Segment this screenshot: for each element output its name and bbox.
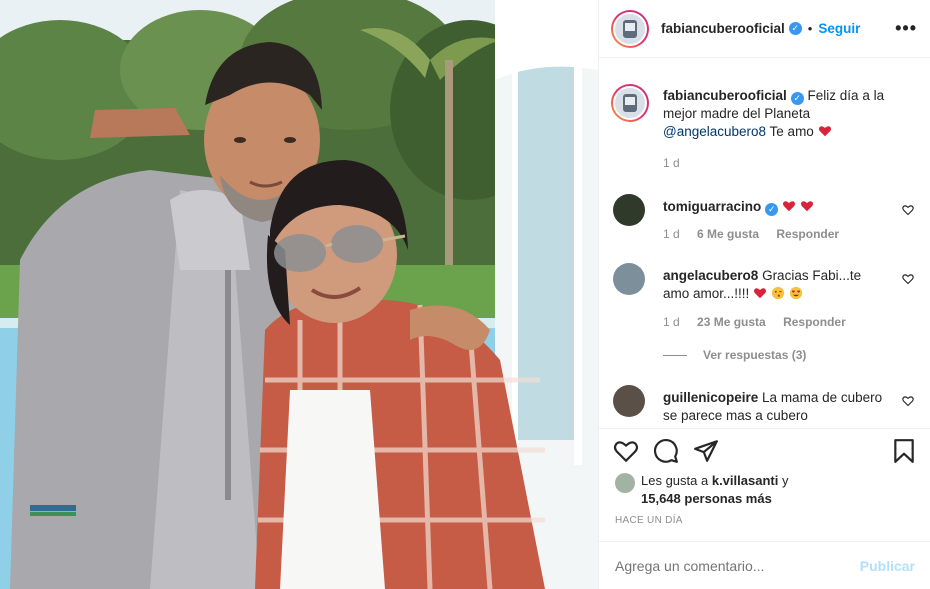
comment-likes[interactable]: 6 Me gusta bbox=[697, 227, 759, 241]
comment-text: angelacubero8 Gracias Fabi...te amo amor… bbox=[663, 267, 883, 303]
like-heart-icon[interactable] bbox=[613, 438, 639, 464]
reply-button[interactable]: Responder bbox=[776, 227, 839, 241]
instagram-post: fabiancuberooficial ✓ • Seguir ••• fabia… bbox=[0, 0, 930, 589]
likes-text: Les gusta a k.villasanti y 15,648 person… bbox=[641, 472, 788, 508]
winking-kiss-emoji-icon bbox=[771, 286, 784, 300]
separator-dot: • bbox=[807, 21, 813, 36]
verified-badge-icon: ✓ bbox=[788, 22, 802, 35]
commenter-avatar[interactable] bbox=[613, 194, 645, 226]
caption-text: fabiancuberooficial ✓ Feliz día a la mejo… bbox=[663, 87, 898, 141]
post-timestamp[interactable]: HACE UN DÍA bbox=[615, 515, 683, 526]
add-comment-bar: Publicar bbox=[599, 541, 930, 589]
likes-summary: Les gusta a k.villasanti y 15,648 person… bbox=[615, 470, 915, 510]
red-heart-emoji-icon bbox=[800, 201, 813, 212]
view-replies-label[interactable]: Ver respuestas (3) bbox=[703, 348, 806, 362]
verified-badge-icon: ✓ bbox=[790, 92, 804, 105]
author-username[interactable]: fabiancuberooficial bbox=[661, 21, 785, 36]
caption-time[interactable]: 1 d bbox=[663, 156, 680, 170]
post-photo[interactable] bbox=[0, 0, 598, 589]
like-comment-heart-icon[interactable] bbox=[902, 273, 914, 285]
caption-avatar[interactable] bbox=[611, 84, 649, 122]
comment-text: tomiguarracino ✓ bbox=[663, 198, 883, 216]
liker-avatar[interactable] bbox=[615, 473, 635, 493]
comment-input[interactable] bbox=[615, 558, 835, 574]
post-action-bar bbox=[599, 428, 930, 472]
red-heart-emoji-icon bbox=[818, 126, 831, 137]
view-replies-button[interactable]: Ver respuestas (3) bbox=[663, 348, 806, 362]
caption-username[interactable]: fabiancuberooficial bbox=[663, 88, 787, 103]
liker-username[interactable]: k.villasanti bbox=[712, 473, 778, 488]
verified-badge-icon: ✓ bbox=[765, 203, 779, 216]
more-options-icon[interactable]: ••• bbox=[895, 18, 917, 39]
caption-mention-link[interactable]: @angelacubero8 bbox=[663, 124, 766, 139]
save-bookmark-icon[interactable] bbox=[891, 438, 917, 464]
like-comment-heart-icon[interactable] bbox=[902, 204, 914, 216]
like-comment-heart-icon[interactable] bbox=[902, 395, 914, 407]
comment-username[interactable]: angelacubero8 bbox=[663, 268, 758, 283]
likes-prefix: Les gusta a bbox=[641, 473, 709, 488]
comment-meta: 1 d 6 Me gusta Responder bbox=[663, 227, 839, 241]
comment-username[interactable]: tomiguarracino bbox=[663, 199, 761, 214]
comment-meta: 1 d 23 Me gusta Responder bbox=[663, 315, 846, 329]
commenter-avatar[interactable] bbox=[613, 385, 645, 417]
commenter-avatar[interactable] bbox=[613, 263, 645, 295]
caption-meta: 1 d bbox=[663, 156, 694, 170]
likes-conj: y bbox=[781, 473, 789, 488]
red-heart-emoji-icon bbox=[783, 201, 796, 212]
replies-divider bbox=[663, 355, 687, 357]
comment-time[interactable]: 1 d bbox=[663, 227, 680, 241]
likes-count[interactable]: 15,648 personas más bbox=[641, 491, 772, 506]
publish-button[interactable]: Publicar bbox=[860, 558, 915, 574]
share-plane-icon[interactable] bbox=[693, 438, 719, 464]
comment-username[interactable]: guillenicopeire bbox=[663, 390, 758, 405]
comment-time[interactable]: 1 d bbox=[663, 315, 680, 329]
photo-illustration bbox=[0, 0, 598, 589]
author-avatar[interactable] bbox=[611, 9, 649, 48]
header-text: fabiancuberooficial ✓ • Seguir bbox=[661, 21, 860, 36]
reply-button[interactable]: Responder bbox=[783, 315, 846, 329]
red-heart-emoji-icon bbox=[754, 288, 767, 299]
comment-bubble-icon[interactable] bbox=[653, 438, 679, 464]
caption-body-end: Te amo bbox=[769, 124, 814, 139]
comment-likes[interactable]: 23 Me gusta bbox=[697, 315, 766, 329]
post-header: fabiancuberooficial ✓ • Seguir ••• bbox=[599, 0, 930, 58]
heart-eyes-emoji-icon bbox=[789, 286, 802, 300]
post-side-panel: fabiancuberooficial ✓ • Seguir ••• fabia… bbox=[598, 0, 930, 589]
comments-list: fabiancuberooficial ✓ Feliz día a la mejo… bbox=[599, 58, 930, 428]
comment-text: guillenicopeire La mama de cubero se par… bbox=[663, 389, 883, 425]
follow-button[interactable]: Seguir bbox=[818, 21, 860, 36]
